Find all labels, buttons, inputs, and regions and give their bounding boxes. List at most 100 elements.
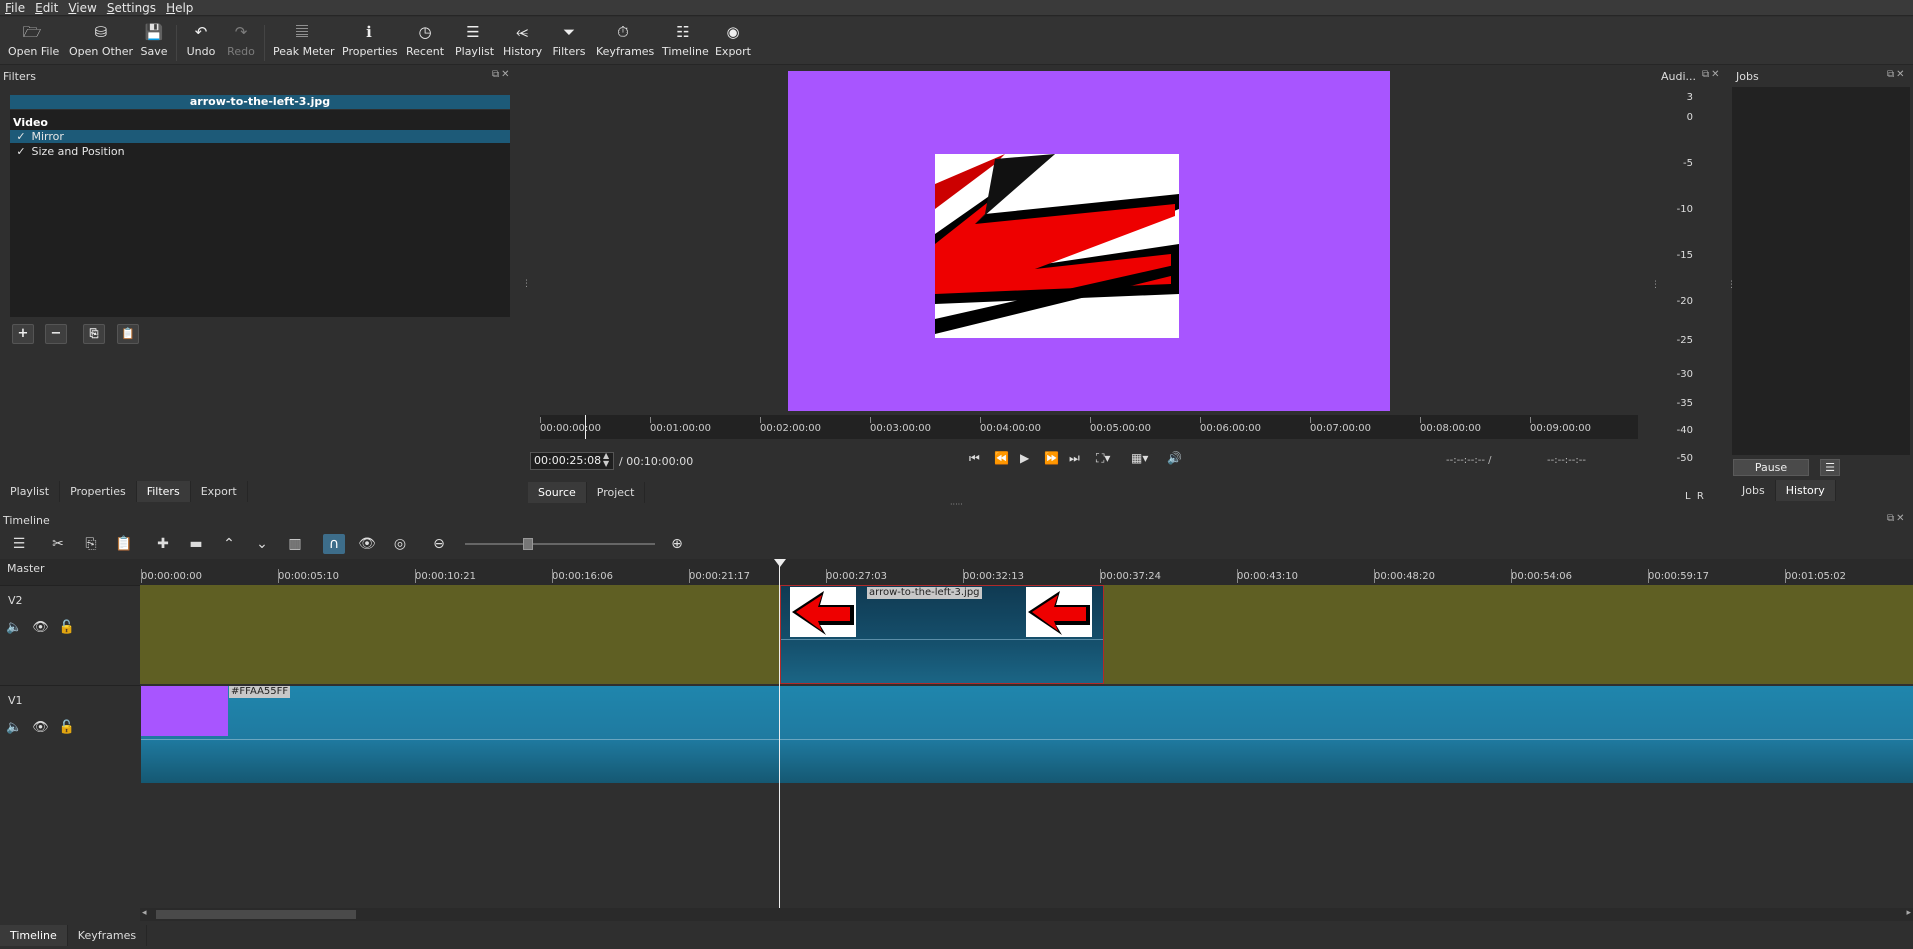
menu-edit[interactable]: Edit bbox=[30, 0, 63, 15]
zoom-in-icon[interactable]: ⊕ bbox=[666, 534, 688, 554]
overwrite-icon[interactable]: ⌄ bbox=[251, 534, 273, 554]
lift-icon[interactable]: ⌃ bbox=[218, 534, 240, 554]
tab-project[interactable]: Project bbox=[586, 482, 646, 503]
open-file-button[interactable]: 🗁 Open File bbox=[8, 23, 59, 63]
timeline-clip-arrow[interactable]: arrow-to-the-left-3.jpg bbox=[780, 585, 1104, 684]
peak-meter-button[interactable]: 𝄚 Peak Meter bbox=[273, 23, 334, 63]
rewind-icon[interactable]: ⏪ bbox=[994, 451, 1009, 465]
cut-icon[interactable]: ✂ bbox=[47, 534, 69, 554]
tab-export[interactable]: Export bbox=[190, 481, 248, 502]
zoom-slider-track[interactable] bbox=[465, 543, 655, 545]
append-icon[interactable]: ✚ bbox=[152, 534, 174, 554]
volume-icon[interactable]: 🔊 bbox=[1167, 451, 1182, 465]
play-icon[interactable]: ▶ bbox=[1020, 451, 1029, 465]
playhead-marker-icon[interactable] bbox=[774, 559, 786, 567]
skip-to-start-icon[interactable]: ⏮ bbox=[969, 451, 980, 466]
menu-settings[interactable]: Settings bbox=[102, 0, 161, 15]
keyframes-button[interactable]: ⏱ Keyframes bbox=[596, 23, 654, 63]
skip-to-end-icon[interactable]: ⏭ bbox=[1069, 451, 1080, 466]
redo-button[interactable]: ↷ Redo bbox=[225, 23, 257, 63]
panel-float-close-icon[interactable]: ⧉✕ bbox=[1702, 69, 1722, 80]
copy-filters-button[interactable]: ⎘ bbox=[83, 324, 105, 344]
ripple-target-icon[interactable]: ◎ bbox=[389, 534, 411, 554]
menu-view[interactable]: View bbox=[63, 0, 101, 15]
paste-filters-button[interactable]: 📋 bbox=[117, 324, 139, 344]
add-filter-button[interactable]: + bbox=[12, 324, 34, 344]
save-button[interactable]: 💾 Save bbox=[138, 23, 170, 63]
timecode-input[interactable]: 00:00:25:08 bbox=[530, 452, 614, 470]
splitter-handle[interactable]: ⋮ bbox=[522, 279, 531, 289]
mute-icon[interactable]: 🔈 bbox=[6, 620, 22, 635]
zoom-out-icon[interactable]: ⊖ bbox=[428, 534, 450, 554]
jobs-menu-button[interactable]: ☰ bbox=[1820, 459, 1840, 476]
remove-icon[interactable]: ▬ bbox=[185, 534, 207, 554]
pause-jobs-button[interactable]: Pause bbox=[1733, 459, 1809, 476]
tab-jobs[interactable]: Jobs bbox=[1732, 480, 1776, 501]
timecode-spin-icon[interactable]: ▲ ▼ bbox=[603, 452, 609, 468]
player-playhead[interactable] bbox=[585, 415, 586, 439]
menu-file[interactable]: File bbox=[0, 0, 30, 15]
track-header-v2[interactable]: V2 🔈 👁 🔓 bbox=[0, 585, 140, 685]
tab-source[interactable]: Source bbox=[528, 482, 587, 503]
filter-item-mirror[interactable]: ✓ Mirror bbox=[10, 130, 510, 143]
filters-button[interactable]: ⏷ Filters bbox=[552, 23, 586, 63]
menu-bar: File Edit View Settings Help bbox=[0, 0, 1913, 16]
timeline-empty-area[interactable] bbox=[0, 785, 1913, 908]
remove-filter-button[interactable]: − bbox=[45, 324, 67, 344]
checkbox-icon[interactable]: ✓ bbox=[14, 145, 28, 158]
menu-help[interactable]: Help bbox=[161, 0, 198, 15]
splitter-handle[interactable]: ····· bbox=[950, 500, 963, 509]
recent-button[interactable]: ◷ Recent bbox=[406, 23, 444, 63]
track-v2[interactable]: arrow-to-the-left-3.jpg bbox=[140, 585, 1913, 684]
tab-timeline[interactable]: Timeline bbox=[0, 925, 68, 946]
lock-icon[interactable]: 🔓 bbox=[59, 720, 75, 735]
panel-float-close-icon[interactable]: ⧉✕ bbox=[1887, 69, 1907, 80]
timeline-playhead[interactable] bbox=[779, 559, 780, 909]
eye-icon[interactable]: 👁 bbox=[32, 620, 49, 635]
tab-history[interactable]: History bbox=[1775, 480, 1836, 501]
snap-magnet-icon[interactable]: ∩ bbox=[323, 534, 345, 554]
ruler-tick: 00:03:00:00 bbox=[870, 417, 932, 434]
track-header-v1[interactable]: V1 🔈 👁 🔓 bbox=[0, 685, 140, 785]
undo-button[interactable]: ↶ Undo bbox=[185, 23, 217, 63]
timeline-ruler[interactable]: 00:00:00:00 00:00:05:10 00:00:10:21 00:0… bbox=[140, 559, 1913, 585]
player-ruler[interactable]: 00:00:00:00 00:01:00:00 00:02:00:00 00:0… bbox=[540, 415, 1638, 439]
panel-float-close-icon[interactable]: ⧉✕ bbox=[1887, 513, 1907, 524]
mute-icon[interactable]: 🔈 bbox=[6, 720, 22, 735]
copy-icon[interactable]: ⎘ bbox=[80, 534, 102, 554]
paste-icon[interactable]: 📋 bbox=[113, 534, 135, 554]
history-button[interactable]: ⥷ History bbox=[503, 23, 542, 63]
clip-label: #FFAA55FF bbox=[229, 686, 291, 698]
track-v1[interactable]: #FFAA55FF bbox=[140, 685, 1913, 784]
tab-playlist[interactable]: Playlist bbox=[0, 481, 61, 502]
scroll-right-icon[interactable]: ▸ bbox=[1906, 908, 1911, 918]
timeline-clip-color[interactable]: #FFAA55FF bbox=[141, 686, 1913, 783]
undo-icon: ↶ bbox=[194, 23, 208, 41]
open-other-button[interactable]: ⛁ Open Other bbox=[68, 23, 134, 63]
video-preview[interactable] bbox=[788, 71, 1390, 411]
jobs-list[interactable] bbox=[1732, 87, 1910, 455]
eye-icon[interactable]: 👁 bbox=[32, 720, 49, 735]
zoom-slider-handle[interactable] bbox=[523, 538, 533, 550]
panel-float-close-icon[interactable]: ⧉✕ bbox=[492, 69, 512, 80]
playlist-button[interactable]: ☰ Playlist bbox=[455, 23, 494, 63]
filter-item-size-and-position[interactable]: ✓ Size and Position bbox=[10, 145, 510, 158]
timeline-menu-icon[interactable]: ☰ bbox=[8, 534, 30, 554]
tab-properties[interactable]: Properties bbox=[60, 481, 137, 502]
grid-icon[interactable]: ▦▾ bbox=[1131, 451, 1148, 465]
fast-forward-icon[interactable]: ⏩ bbox=[1044, 451, 1059, 465]
properties-button[interactable]: ℹ Properties bbox=[342, 23, 398, 63]
tab-keyframes[interactable]: Keyframes bbox=[67, 925, 148, 946]
export-button[interactable]: ◉ Export bbox=[714, 23, 752, 63]
filter-list[interactable]: Video ✓ Mirror ✓ Size and Position bbox=[10, 110, 510, 317]
checkbox-icon[interactable]: ✓ bbox=[14, 130, 28, 143]
scrub-eye-icon[interactable]: 👁 bbox=[356, 534, 378, 554]
lock-icon[interactable]: 🔓 bbox=[59, 620, 75, 635]
scrollbar-handle[interactable] bbox=[156, 910, 356, 919]
tab-filters[interactable]: Filters bbox=[136, 481, 191, 502]
scroll-left-icon[interactable]: ◂ bbox=[142, 908, 147, 918]
timeline-button[interactable]: ☷ Timeline bbox=[662, 23, 709, 63]
zoom-icon[interactable]: ⛶▾ bbox=[1096, 451, 1110, 466]
timeline-horizontal-scrollbar[interactable]: ◂ ▸ bbox=[140, 908, 1913, 921]
split-icon[interactable]: ▥ bbox=[284, 534, 306, 554]
